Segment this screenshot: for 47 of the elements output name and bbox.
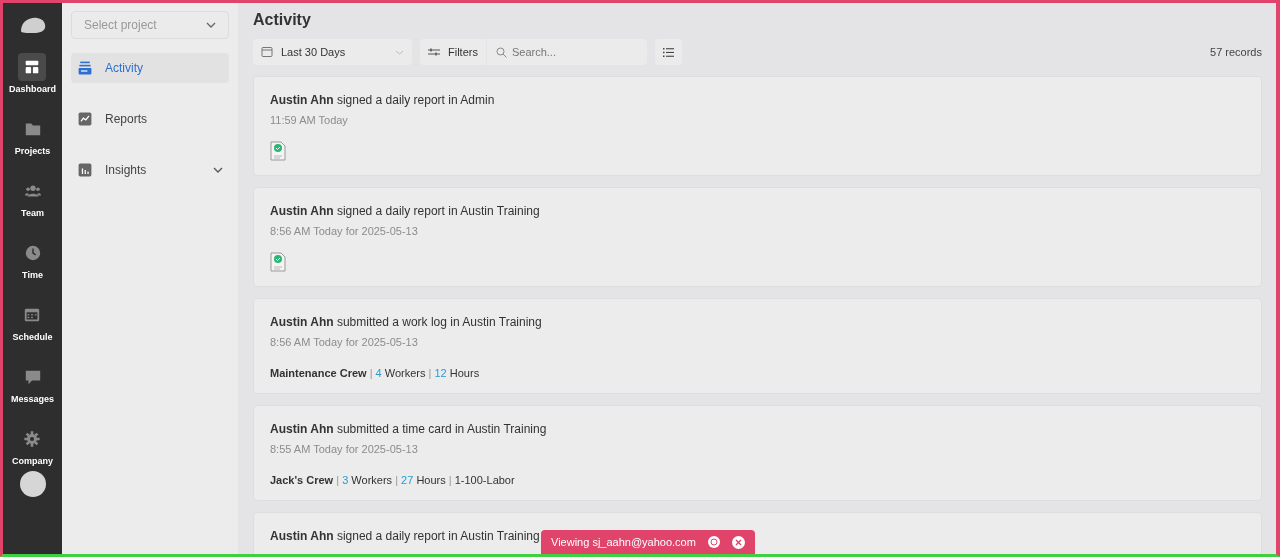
record-count: 57 records xyxy=(1210,46,1262,58)
activity-time: 11:59 AM Today xyxy=(270,114,349,126)
chat-icon xyxy=(23,368,42,386)
sidebar-item[interactable]: Insights xyxy=(71,155,229,185)
search-icon xyxy=(495,47,507,58)
activity-icon xyxy=(77,60,93,76)
rail-nav-item[interactable]: Messages xyxy=(11,363,54,404)
page-title: Activity xyxy=(253,11,312,29)
target-icon[interactable] xyxy=(707,536,720,548)
gear-icon xyxy=(23,430,42,448)
search-field[interactable]: Search... xyxy=(486,39,647,65)
sidebar-item[interactable]: Activity xyxy=(71,53,229,83)
activity-time: 8:56 AM Today for 2025-05-13 xyxy=(270,225,419,237)
chart-icon xyxy=(77,111,93,127)
rail-nav-item[interactable]: Time xyxy=(18,239,47,280)
calendar-icon xyxy=(23,306,42,324)
crew-summary: Maintenance Crew | 4 Workers | 12 Hours xyxy=(270,367,481,379)
date-range-select[interactable]: Last 30 Days xyxy=(253,39,412,65)
activity-title: Austin Ahn signed a daily report in Austin Training xyxy=(270,204,540,218)
calendar-icon xyxy=(261,46,273,58)
viewing-text: Viewing sj_aahn@yahoo.com xyxy=(551,536,696,548)
file-check-icon[interactable] xyxy=(270,141,286,161)
rail-nav-item[interactable]: Dashboard xyxy=(9,53,56,94)
chevron-down-icon xyxy=(395,49,404,55)
list-icon xyxy=(662,47,674,57)
chevron-down-icon xyxy=(206,22,216,28)
file-check-icon[interactable] xyxy=(270,252,286,272)
activity-time: 8:56 AM Today for 2025-05-13 xyxy=(270,336,419,348)
sliders-icon xyxy=(428,47,440,57)
bars-icon xyxy=(77,162,93,178)
sidebar-item[interactable]: Reports xyxy=(71,104,229,134)
rail-nav-item[interactable]: Company xyxy=(12,425,53,466)
close-button[interactable] xyxy=(731,535,745,549)
avatar[interactable] xyxy=(19,471,46,497)
activity-title: Austin Ahn submitted a time card in Austin Training xyxy=(270,422,547,436)
rail-nav-item[interactable]: Schedule xyxy=(12,301,53,342)
rail-nav-item[interactable]: Projects xyxy=(14,115,51,156)
activity-title: Austin Ahn signed a daily report in Austin Training xyxy=(270,529,540,543)
logo-icon xyxy=(18,15,47,35)
filters-button[interactable]: Filters xyxy=(420,39,486,65)
list-view-button[interactable] xyxy=(654,39,682,65)
crew-summary: Jack's Crew | 3 Workers | 27 Hours | 1-100-Labor xyxy=(270,474,516,486)
activity-title: Austin Ahn signed a daily report in Admin xyxy=(270,93,495,107)
activity-title: Austin Ahn submitted a work log in Austin Training xyxy=(270,315,542,329)
clock-icon xyxy=(23,244,42,262)
activity-time: 8:55 AM Today for 2025-05-13 xyxy=(270,443,419,455)
rail-nav-item[interactable]: Team xyxy=(18,177,47,218)
